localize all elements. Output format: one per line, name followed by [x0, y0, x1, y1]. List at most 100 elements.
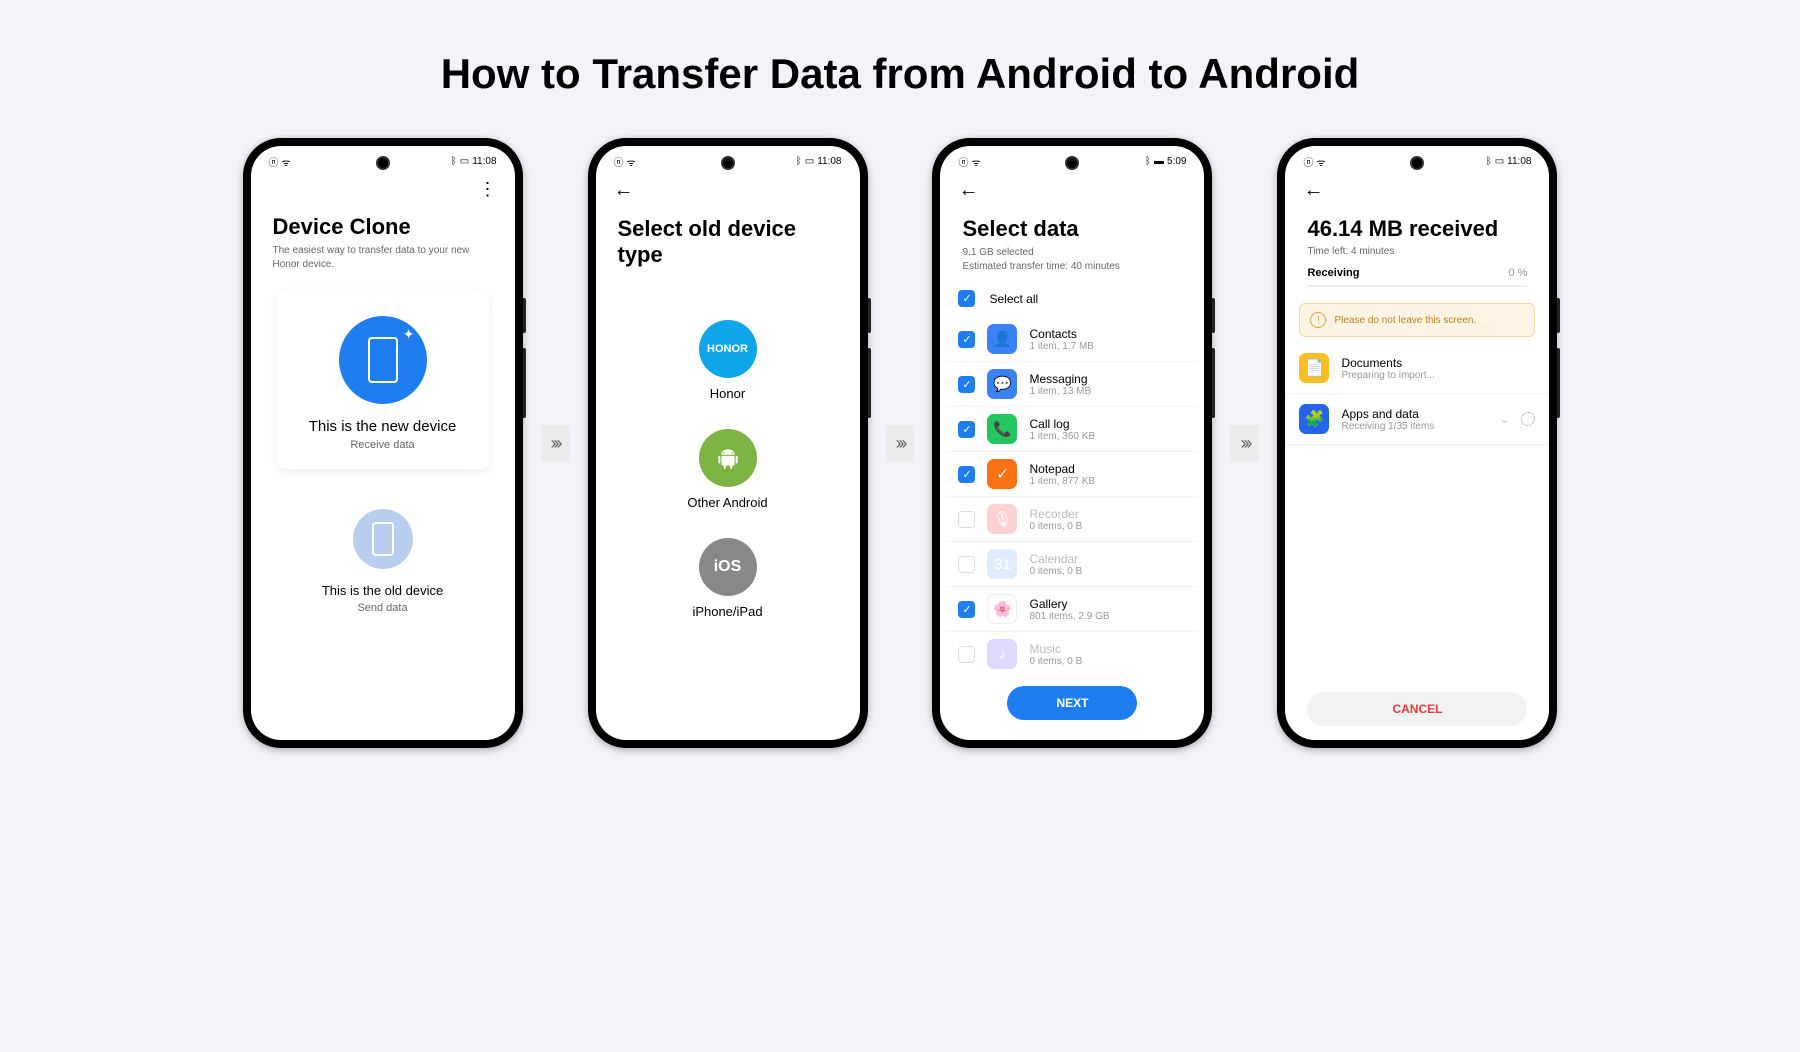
screen-title: 46.14 MB received [1285, 208, 1549, 246]
android-icon [699, 429, 757, 487]
select-all-row[interactable]: ✓ Select all [946, 280, 1198, 317]
back-icon[interactable]: ← [958, 179, 978, 202]
receiving-status: Receiving 0 % [1285, 257, 1549, 285]
receive-item[interactable]: 📄 Documents Preparing to import... [1285, 343, 1549, 394]
screen-title: Select old device type [596, 208, 860, 272]
old-device-label: This is the old device [287, 583, 479, 598]
checkbox-icon[interactable]: ✓ [958, 421, 975, 438]
battery-icon: ▭ [1495, 156, 1504, 167]
screen-title: Select data [940, 208, 1204, 246]
checkbox-icon[interactable] [958, 646, 975, 663]
honor-icon: HONOR [699, 320, 757, 378]
new-device-card[interactable]: ✦ This is the new device Receive data [277, 292, 489, 469]
new-device-label: This is the new device [287, 418, 479, 435]
option-label: Honor [606, 386, 850, 401]
select-all-label: Select all [989, 292, 1038, 306]
checkbox-icon[interactable]: ✓ [958, 601, 975, 618]
data-type-icon: 💬 [987, 369, 1017, 399]
item-name: Messaging [1029, 372, 1186, 386]
clock: 11:08 [472, 156, 496, 167]
bluetooth-icon: ᛒ [1145, 156, 1151, 167]
battery-icon: ▭ [805, 156, 814, 167]
next-button[interactable]: NEXT [1007, 686, 1137, 720]
item-meta: 1 item, 877 KB [1029, 476, 1186, 487]
screen-subtitle: The easiest way to transfer data to your… [251, 244, 515, 278]
warning-banner: ! Please do not leave this screen. [1299, 303, 1535, 337]
item-meta: 0 items, 0 B [1029, 566, 1186, 577]
option-other-android[interactable]: Other Android [606, 429, 850, 510]
phones-row: ⓝᯤ ᛒ▭11:08 ⋮ Device Clone The easiest wa… [0, 138, 1800, 748]
item-meta: 1 item, 13 MB [1029, 386, 1186, 397]
item-name: Recorder [1029, 507, 1186, 521]
data-type-icon: 31 [987, 549, 1017, 579]
receive-type-icon: 🧩 [1299, 404, 1329, 434]
data-item[interactable]: ✓ 📞 Call log 1 item, 360 KB [946, 407, 1198, 452]
camera-notch [1065, 156, 1079, 170]
phone-1: ⓝᯤ ᛒ▭11:08 ⋮ Device Clone The easiest wa… [243, 138, 523, 748]
item-meta: 0 items, 0 B [1029, 656, 1186, 667]
item-name: Music [1029, 642, 1186, 656]
warning-icon: ! [1310, 312, 1326, 328]
checkbox-icon[interactable] [958, 556, 975, 573]
data-item[interactable]: 31 Calendar 0 items, 0 B [946, 542, 1198, 587]
nfc-icon: ⓝ [1303, 154, 1313, 169]
item-name: Notepad [1029, 462, 1186, 476]
option-label: iPhone/iPad [606, 604, 850, 619]
wifi-icon: ᯤ [971, 155, 980, 169]
back-icon[interactable]: ← [614, 179, 634, 202]
receive-item[interactable]: 🧩 Apps and data Receiving 1/35 items ⌄ [1285, 394, 1549, 445]
screen-title: Device Clone [251, 206, 515, 244]
battery-icon: ▭ [460, 156, 469, 167]
data-type-icon: ✓ [987, 459, 1017, 489]
back-icon[interactable]: ← [1303, 179, 1323, 202]
phone-2: ⓝᯤ ᛒ▭11:08 ← Select old device type HONO… [588, 138, 868, 748]
bluetooth-icon: ᛒ [1486, 156, 1492, 167]
option-honor[interactable]: HONOR Honor [606, 320, 850, 401]
old-device-icon [353, 509, 413, 569]
checkbox-icon[interactable] [958, 511, 975, 528]
item-meta: 1 item, 360 KB [1029, 431, 1186, 442]
camera-notch [721, 156, 735, 170]
progress-bar [1307, 285, 1527, 287]
checkbox-icon[interactable]: ✓ [958, 376, 975, 393]
time-left: Time left: 4 minutes [1285, 246, 1549, 257]
item-name: Call log [1029, 417, 1186, 431]
item-meta: 801 items, 2.9 GB [1029, 611, 1186, 622]
page-title: How to Transfer Data from Android to And… [0, 0, 1800, 138]
checkbox-icon[interactable]: ✓ [958, 290, 975, 307]
receive-type-icon: 📄 [1299, 353, 1329, 383]
data-type-icon: 📞 [987, 414, 1017, 444]
wifi-icon: ᯤ [1316, 155, 1325, 169]
old-device-card[interactable]: This is the old device Send data [277, 499, 489, 624]
ios-icon: iOS [699, 538, 757, 596]
cancel-button[interactable]: CANCEL [1307, 692, 1527, 726]
option-label: Other Android [606, 495, 850, 510]
nfc-icon: ⓝ [614, 154, 624, 169]
item-name: Gallery [1029, 597, 1186, 611]
item-name: Calendar [1029, 552, 1186, 566]
clock: 11:08 [1507, 156, 1531, 167]
data-type-icon: 🌸 [987, 594, 1017, 624]
arrow-separator: ››› [1230, 425, 1259, 462]
data-type-icon: ♪ [987, 639, 1017, 669]
nfc-icon: ⓝ [958, 154, 968, 169]
screen-subtitle: 9.1 GB selectedEstimated transfer time: … [940, 246, 1204, 280]
data-type-icon: 👤 [987, 324, 1017, 354]
checkbox-icon[interactable]: ✓ [958, 466, 975, 483]
menu-icon[interactable]: ⋮ [479, 179, 497, 200]
data-item[interactable]: ✓ 🌸 Gallery 801 items, 2.9 GB [946, 587, 1198, 632]
data-item[interactable]: ♪ Music 0 items, 0 B [946, 632, 1198, 676]
data-item[interactable]: ✓ 💬 Messaging 1 item, 13 MB [946, 362, 1198, 407]
phone-3: ⓝᯤ ᛒ▬5:09 ← Select data 9.1 GB selectedE… [932, 138, 1212, 748]
item-meta: Preparing to import... [1341, 370, 1535, 381]
wifi-icon: ᯤ [282, 155, 291, 169]
old-device-sub: Send data [287, 602, 479, 614]
bluetooth-icon: ᛒ [451, 156, 457, 167]
camera-notch [1410, 156, 1424, 170]
checkbox-icon[interactable]: ✓ [958, 331, 975, 348]
option-ios[interactable]: iOS iPhone/iPad [606, 538, 850, 619]
data-item[interactable]: 🎙 Recorder 0 items, 0 B [946, 497, 1198, 542]
data-item[interactable]: ✓ 👤 Contacts 1 item, 1.7 MB [946, 317, 1198, 362]
data-item[interactable]: ✓ ✓ Notepad 1 item, 877 KB [946, 452, 1198, 497]
item-name: Contacts [1029, 327, 1186, 341]
